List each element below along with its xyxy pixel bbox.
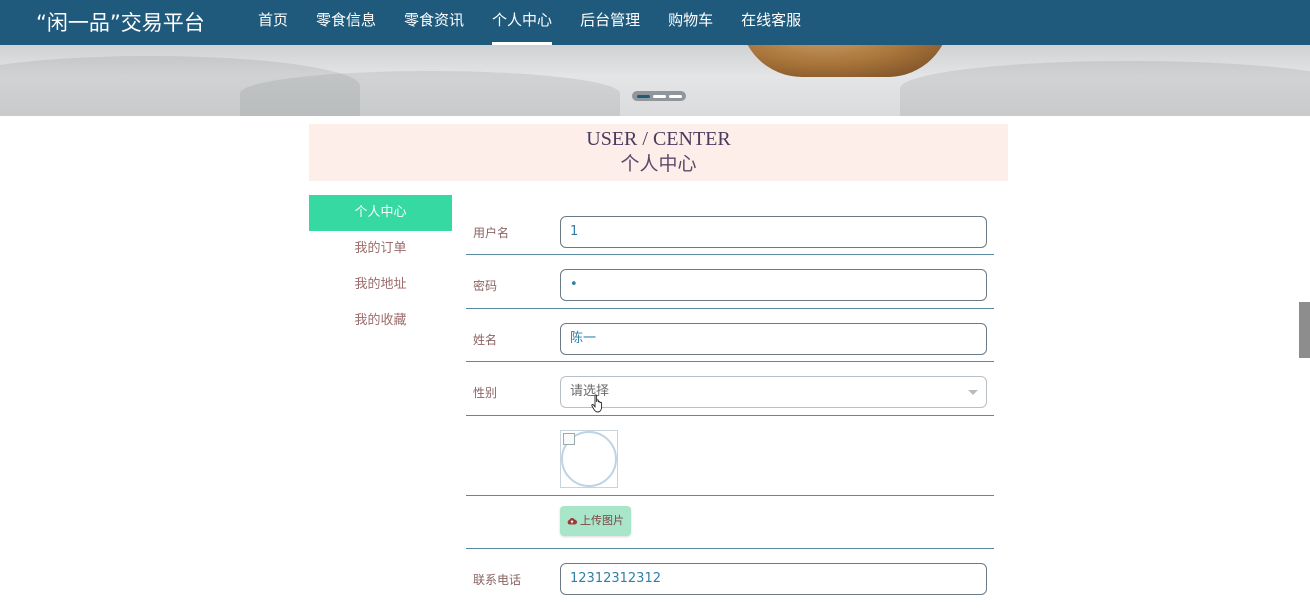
form-row-name: 姓名 陈一	[466, 309, 994, 362]
sidebar-item-address[interactable]: 我的地址	[309, 267, 452, 303]
banner-walnut-image	[740, 45, 950, 77]
carousel-indicators	[632, 91, 686, 101]
carousel-dot-2[interactable]	[652, 94, 666, 98]
nav-snack-info[interactable]: 零食信息	[302, 0, 390, 45]
top-navbar: “闲一品”交易平台 首页 零食信息 零食资讯 个人中心 后台管理 购物车 在线客…	[0, 0, 1310, 45]
page-scrollbar-thumb[interactable]	[1299, 302, 1310, 358]
upload-image-button[interactable]: 上传图片	[560, 506, 631, 536]
hand-cursor-icon	[591, 394, 603, 413]
nav-admin[interactable]: 后台管理	[566, 0, 654, 45]
banner-carousel	[0, 45, 1310, 116]
nav-snack-news[interactable]: 零食资讯	[390, 0, 478, 45]
sidebar-item-favorites[interactable]: 我的收藏	[309, 303, 452, 339]
chevron-down-icon	[968, 390, 978, 395]
banner-mountain	[240, 71, 620, 116]
nav-customer-service[interactable]: 在线客服	[727, 0, 815, 45]
banner-mountain	[900, 61, 1310, 116]
nav-user-center[interactable]: 个人中心	[478, 0, 566, 45]
carousel-dot-3[interactable]	[668, 94, 682, 98]
section-title-cn: 个人中心	[620, 153, 697, 175]
username-input[interactable]: 1	[560, 216, 987, 248]
password-label: 密码	[473, 279, 498, 293]
form-row-avatar	[466, 416, 994, 496]
form-row-phone: 联系电话 12312312312	[466, 549, 994, 609]
sidebar-item-orders[interactable]: 我的订单	[309, 231, 452, 267]
name-input[interactable]: 陈一	[560, 323, 987, 355]
password-input[interactable]: •	[560, 269, 987, 301]
broken-image-icon	[563, 433, 575, 445]
section-title-en: USER / CENTER	[586, 128, 731, 150]
form-row-username: 用户名 1	[466, 202, 994, 255]
carousel-dot-1[interactable]	[636, 94, 650, 98]
user-sidebar: 个人中心 我的订单 我的地址 我的收藏	[309, 195, 452, 339]
username-label: 用户名	[473, 226, 510, 240]
nav-home[interactable]: 首页	[244, 0, 302, 45]
nav-cart[interactable]: 购物车	[654, 0, 727, 45]
brand-title[interactable]: “闲一品”交易平台	[36, 7, 205, 37]
phone-input[interactable]: 12312312312	[560, 563, 987, 595]
section-title: USER / CENTER 个人中心	[309, 124, 1008, 181]
profile-form: 用户名 1 密码 • 姓名 陈一 性别 请选择 上传图片 联系电话 123123…	[466, 202, 994, 609]
phone-label: 联系电话	[473, 573, 522, 587]
main-nav: 首页 零食信息 零食资讯 个人中心 后台管理 购物车 在线客服	[244, 0, 815, 45]
form-row-upload: 上传图片	[466, 496, 994, 549]
name-label: 姓名	[473, 333, 498, 347]
form-row-password: 密码 •	[466, 255, 994, 309]
upload-button-label: 上传图片	[580, 514, 624, 527]
sidebar-item-user-center[interactable]: 个人中心	[309, 195, 452, 231]
avatar-preview	[560, 430, 618, 488]
form-row-gender: 性别 请选择	[466, 362, 994, 416]
cloud-upload-icon	[567, 518, 577, 525]
gender-label: 性别	[473, 386, 498, 400]
gender-select[interactable]: 请选择	[560, 376, 987, 408]
